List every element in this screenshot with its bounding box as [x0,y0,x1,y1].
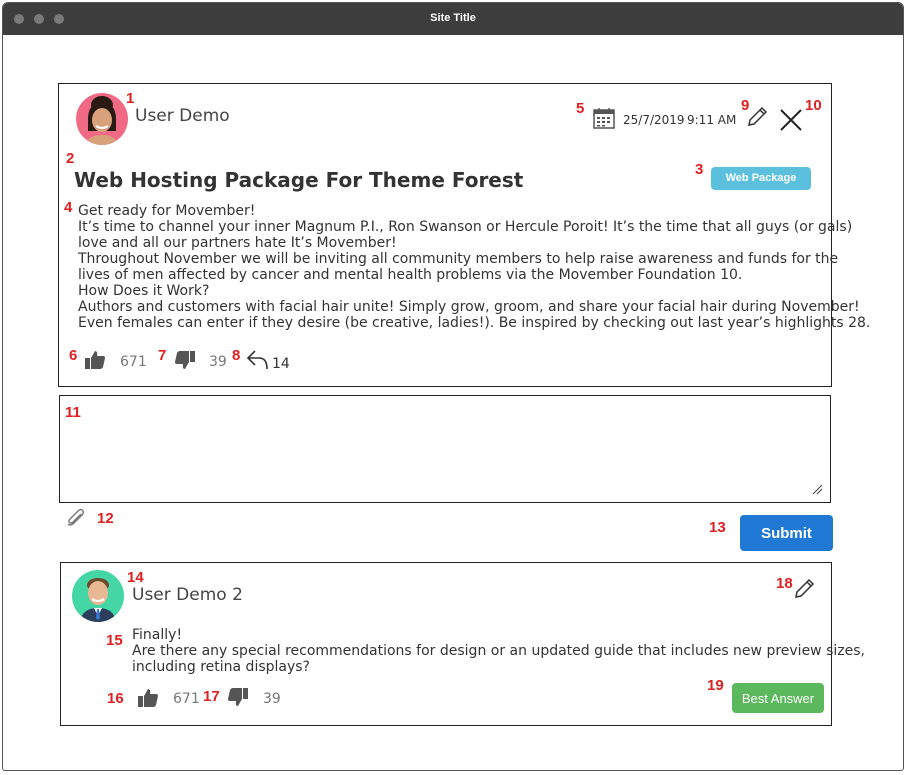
marker-17: 17 [203,688,220,705]
marker-5: 5 [576,100,585,117]
best-answer-button[interactable]: Best Answer [732,683,824,713]
resize-grip-icon[interactable] [811,483,823,495]
reply-body-line: including retina displays? [132,659,310,675]
username[interactable]: User Demo [135,106,230,126]
marker-2: 2 [66,150,75,167]
reply-count: 14 [272,356,290,372]
marker-6: 6 [69,347,78,364]
marker-11: 11 [65,404,81,421]
marker-15: 15 [106,632,123,649]
calendar-icon [593,108,615,129]
marker-7: 7 [158,347,167,364]
user-avatar-icon [72,570,124,622]
post-date: 25/7/2019 [623,113,685,127]
marker-12: 12 [97,510,114,527]
dislike-count: 39 [209,354,227,370]
thumbs-down-icon[interactable] [174,350,196,370]
post-body-line: How Does it Work? [78,283,210,299]
comment-input[interactable] [59,395,831,503]
thumbs-up-icon[interactable] [137,688,159,708]
reply-body: Finally! Are there any special recommend… [132,627,865,675]
marker-18: 18 [776,575,793,592]
category-tag[interactable]: Web Package [711,167,811,190]
marker-9: 9 [741,97,750,114]
post-time: 9:11 AM [687,113,737,127]
marker-8: 8 [232,347,241,364]
post-body-line: lives of men affected by cancer and ment… [78,267,743,283]
marker-19: 19 [707,677,724,694]
marker-1: 1 [126,90,135,107]
post-body: Get ready for Movember! It’s time to cha… [78,203,870,331]
dislike-count: 39 [263,691,281,707]
marker-16: 16 [107,690,124,707]
reply-icon[interactable] [246,349,270,371]
window-title: Site Title [430,12,476,24]
reply-body-line: Are there any special recommendations fo… [132,643,865,659]
post-body-line: Throughout November we will be inviting … [78,251,839,267]
marker-13: 13 [709,519,726,536]
reply-body-line: Finally! [132,627,183,643]
post-body-line: Authors and customers with facial hair u… [78,299,860,315]
edit-icon[interactable] [792,577,816,601]
submit-button[interactable]: Submit [740,515,833,551]
thumbs-down-icon[interactable] [227,687,249,707]
marker-3: 3 [695,161,704,178]
post-card: User Demo 25/7/2019 9:11 AM Web Hosting … [58,83,870,387]
avatar [76,93,128,145]
post-body-line: love and all our partners hate It’s Move… [78,235,397,251]
avatar [72,570,124,622]
close-icon[interactable] [779,108,803,132]
post-body-line: Even females can enter if they desire (b… [78,315,871,331]
thumbs-up-icon[interactable] [84,350,106,370]
user-avatar-icon [76,93,128,145]
post-body-line: It’s time to channel your inner Magnum P… [78,219,853,235]
marker-4: 4 [64,199,73,216]
paperclip-icon[interactable] [65,507,87,529]
like-count: 671 [120,354,147,370]
like-count: 671 [173,691,200,707]
post-body-line: Get ready for Movember! [78,203,256,219]
reply-card: User Demo 2 Finally! Are there any speci… [60,562,865,726]
title-bar: Site Title [3,3,903,35]
marker-14: 14 [127,569,144,586]
marker-10: 10 [805,97,822,114]
username[interactable]: User Demo 2 [132,585,243,605]
post-title: Web Hosting Package For Theme Forest [74,168,524,192]
